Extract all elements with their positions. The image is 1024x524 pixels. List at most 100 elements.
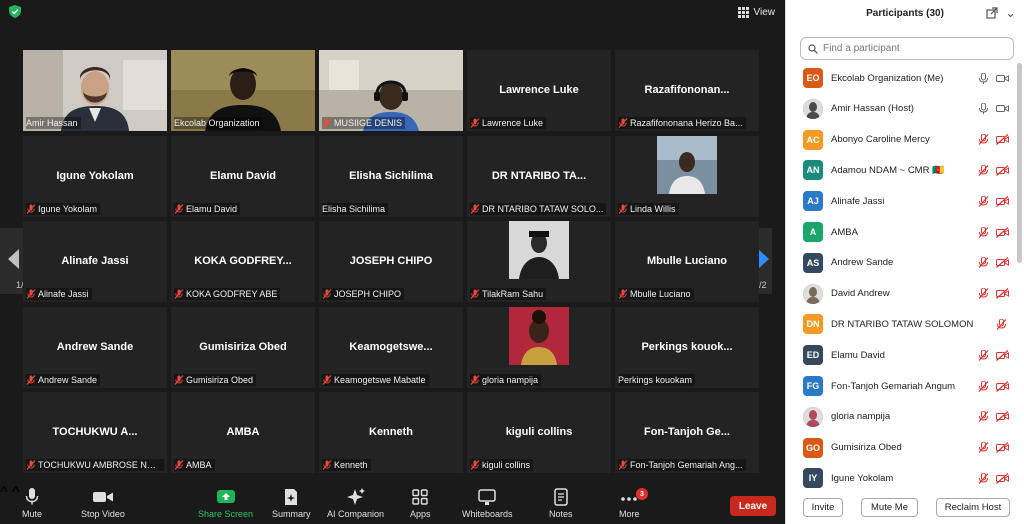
video-tile[interactable]: kiguli collins kiguli collins xyxy=(467,392,611,473)
tile-name-label: Fon-Tanjoh Gemariah Ang... xyxy=(618,459,746,471)
video-tile[interactable]: TOCHUKWU A... TOCHUKWU AMBROSE NG... xyxy=(23,392,167,473)
tile-name-label: TilakRam Sahu xyxy=(470,288,547,300)
participant-row[interactable]: Amir Hassan (Host) xyxy=(786,94,1018,124)
view-button[interactable]: View xyxy=(737,4,775,20)
mic-off-icon[interactable] xyxy=(978,442,989,453)
notes-button[interactable]: Notes xyxy=(549,488,573,519)
video-camera-icon[interactable] xyxy=(996,103,1009,114)
video-off-icon[interactable] xyxy=(996,226,1009,238)
participant-row[interactable]: DN DR NTARIBO TATAW SOLOMON xyxy=(786,309,1018,339)
video-tile[interactable]: DR NTARIBO TA... DR NTARIBO TATAW SOLO... xyxy=(467,135,611,217)
tile-name-label: JOSEPH CHIPO xyxy=(322,288,405,300)
video-off-icon[interactable] xyxy=(996,380,1009,392)
video-tile[interactable]: Perkings kouok... Perkings kouokam xyxy=(615,306,759,388)
popout-icon[interactable] xyxy=(986,7,998,19)
share-screen-button[interactable]: Share Screen xyxy=(198,488,253,519)
participant-row[interactable]: AS Andrew Sande xyxy=(786,248,1018,278)
mic-off-icon[interactable] xyxy=(978,164,989,176)
chevron-down-icon[interactable]: ⌄ xyxy=(1005,5,1016,21)
stop-video-button[interactable]: Stop Video xyxy=(81,488,125,519)
participant-row[interactable]: David Andrew xyxy=(786,279,1018,309)
shield-icon[interactable] xyxy=(9,5,21,18)
video-off-icon[interactable] xyxy=(996,134,1009,146)
video-tile[interactable]: Kenneth Kenneth xyxy=(319,392,463,473)
video-off-icon[interactable] xyxy=(996,164,1009,176)
whiteboards-button[interactable]: Whiteboards xyxy=(462,488,513,519)
participant-row[interactable]: FG Fon-Tanjoh Gemariah Angum xyxy=(786,371,1018,401)
video-tile[interactable]: JOSEPH CHIPO JOSEPH CHIPO xyxy=(319,221,463,302)
video-tile[interactable]: Igune Yokolam Igune Yokolam xyxy=(23,135,167,217)
video-tile[interactable]: Fon-Tanjoh Ge... Fon-Tanjoh Gemariah Ang.… xyxy=(615,392,759,473)
video-off-icon[interactable] xyxy=(996,288,1009,300)
mic-off-icon[interactable] xyxy=(996,318,1007,330)
summary-button[interactable]: Summary xyxy=(272,488,311,519)
tile-name-label: Ekcolab Organization xyxy=(174,117,263,129)
video-tile[interactable]: Razafifononan... Razafifononana Herizo Ba… xyxy=(615,50,759,131)
tile-display-name: KOKA GODFREY... xyxy=(194,255,292,267)
mute-options-caret-icon[interactable]: ^ xyxy=(0,484,8,501)
tile-display-name: AMBA xyxy=(226,426,260,438)
video-off-icon[interactable] xyxy=(996,411,1009,423)
participant-row[interactable]: A AMBA xyxy=(786,217,1018,247)
participants-scrollbar[interactable] xyxy=(1017,63,1022,263)
video-tile[interactable]: MUSIIGE DENIS xyxy=(319,50,463,131)
video-off-icon[interactable] xyxy=(996,472,1009,484)
participant-row[interactable]: AJ Alinafe Jassi xyxy=(786,186,1018,216)
video-tile[interactable]: AMBA AMBA xyxy=(171,392,315,473)
mic-off-icon[interactable] xyxy=(978,349,989,361)
video-options-caret-icon[interactable]: ^ xyxy=(12,484,20,501)
video-tile[interactable]: Elisha Sichilima Elisha Sichilima xyxy=(319,135,463,217)
participant-row[interactable]: AN Adamou NDAM ~ CMR 🇨🇲 xyxy=(786,155,1018,185)
invite-button[interactable]: Invite xyxy=(803,498,843,517)
video-off-icon[interactable] xyxy=(996,257,1009,269)
microphone-icon xyxy=(25,488,39,505)
mic-off-icon[interactable] xyxy=(978,288,989,299)
participant-row[interactable]: AC Abonyo Caroline Mercy xyxy=(786,125,1018,155)
mute-me-button[interactable]: Mute Me xyxy=(861,498,918,517)
participant-search[interactable] xyxy=(800,37,1014,60)
video-camera-icon[interactable] xyxy=(996,73,1009,84)
mic-off-icon[interactable] xyxy=(978,134,989,145)
video-tile[interactable]: Andrew Sande Andrew Sande xyxy=(23,306,167,388)
video-tile[interactable]: Mbulle Luciano Mbulle Luciano xyxy=(615,221,759,302)
participant-row[interactable]: gloria nampija xyxy=(786,402,1018,432)
video-off-icon[interactable] xyxy=(996,349,1009,361)
video-tile[interactable]: Alinafe Jassi Alinafe Jassi xyxy=(23,221,167,302)
apps-button[interactable]: Apps xyxy=(410,488,431,519)
video-tile[interactable]: Amir Hassan xyxy=(23,50,167,131)
participant-row[interactable]: GO Gumisiriza Obed xyxy=(786,433,1018,463)
video-tile[interactable]: Linda Willis xyxy=(615,135,759,217)
avatar xyxy=(803,98,823,119)
tile-name-label: Keamogetswe Mabatle xyxy=(322,373,429,386)
video-tile[interactable]: Gumisiriza Obed Gumisiriza Obed xyxy=(171,306,315,388)
mic-off-icon[interactable] xyxy=(978,411,989,423)
mic-off-icon[interactable] xyxy=(978,226,989,238)
video-tile[interactable]: Keamogetswe... Keamogetswe Mabatle xyxy=(319,306,463,388)
video-tile[interactable]: Ekcolab Organization xyxy=(171,50,315,131)
mic-off-icon[interactable] xyxy=(978,257,989,269)
microphone-icon[interactable] xyxy=(978,103,989,115)
participant-row[interactable]: EO Ekcolab Organization (Me) xyxy=(786,63,1018,93)
video-off-icon[interactable] xyxy=(996,442,1009,454)
microphone-icon[interactable] xyxy=(978,72,989,84)
leave-button[interactable]: Leave xyxy=(730,496,776,516)
ai-companion-button[interactable]: AI Companion xyxy=(327,488,384,519)
mic-off-icon[interactable] xyxy=(978,195,989,207)
tile-name-label: DR NTARIBO TATAW SOLO... xyxy=(470,202,607,215)
participant-row[interactable]: IY Igune Yokolam xyxy=(786,463,1018,490)
tile-label-text: Perkings kouokam xyxy=(618,374,693,385)
reclaim-host-button[interactable]: Reclaim Host xyxy=(936,498,1010,517)
mic-off-icon[interactable] xyxy=(978,472,989,484)
mute-button[interactable]: Mute xyxy=(22,488,42,519)
video-tile[interactable]: gloria nampija xyxy=(467,306,611,388)
mic-off-icon[interactable] xyxy=(978,380,989,392)
search-input[interactable] xyxy=(823,43,1003,54)
tile-name-label: Andrew Sande xyxy=(26,373,101,386)
participant-row[interactable]: ED Elamu David xyxy=(786,340,1018,370)
video-tile[interactable]: Elamu David Elamu David xyxy=(171,135,315,217)
tile-label-text: Razafifononana Herizo Ba... xyxy=(630,118,743,128)
video-tile[interactable]: TilakRam Sahu xyxy=(467,221,611,302)
video-tile[interactable]: Lawrence Luke Lawrence Luke xyxy=(467,50,611,131)
video-off-icon[interactable] xyxy=(996,195,1009,207)
video-tile[interactable]: KOKA GODFREY... KOKA GODFREY ABE xyxy=(171,221,315,302)
